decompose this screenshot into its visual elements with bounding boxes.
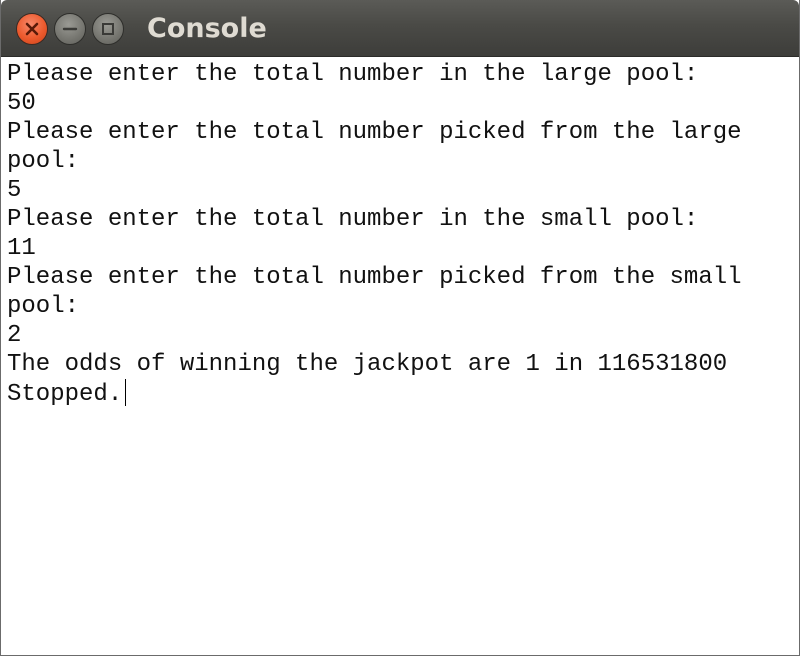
console-line: Please enter the total number picked fro…: [7, 119, 742, 146]
console-line: Please enter the total number in the sma…: [7, 206, 699, 233]
console-line: The odds of winning the jackpot are 1 in…: [7, 351, 728, 378]
status-text: Stopped.: [7, 381, 123, 408]
text-cursor: [125, 379, 127, 406]
console-line: 50: [7, 90, 36, 117]
console-line: 11: [7, 235, 36, 262]
console-line: Please enter the total number in the lar…: [7, 61, 699, 88]
console-line: pool:: [7, 148, 80, 175]
console-line: 5: [7, 177, 22, 204]
minimize-icon: [62, 27, 78, 31]
console-line: pool:: [7, 293, 80, 320]
console-status-line: Stopped.: [7, 379, 797, 408]
console-line: 2: [7, 322, 22, 349]
console-line: Please enter the total number picked fro…: [7, 264, 742, 291]
minimize-button[interactable]: [54, 13, 86, 45]
title-bar[interactable]: Console: [1, 0, 799, 57]
maximize-button[interactable]: [92, 13, 124, 45]
window-title: Console: [147, 13, 267, 44]
close-button[interactable]: [16, 13, 48, 45]
console-output[interactable]: Please enter the total number in the lar…: [7, 60, 797, 650]
close-icon: [25, 22, 39, 36]
maximize-icon: [102, 23, 114, 35]
console-window: Console Please enter the total number in…: [0, 0, 800, 656]
